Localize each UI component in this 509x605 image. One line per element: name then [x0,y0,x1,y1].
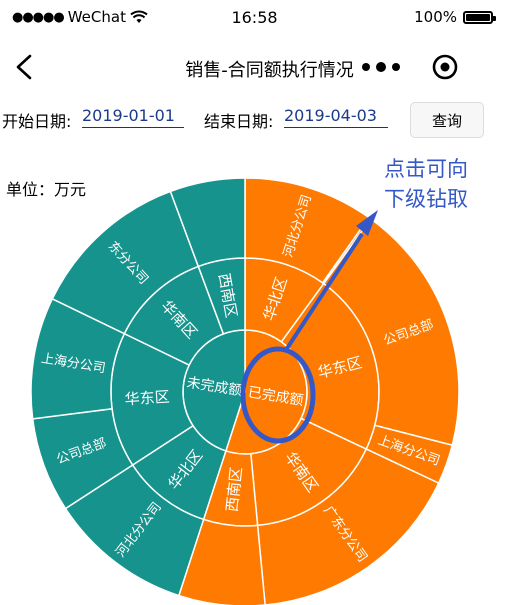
annotation-line-2: 下级钻取 [384,187,468,211]
sunburst-label-l2-5: 华东区 [124,388,170,409]
sunburst-chart[interactable]: 已完成额未完成额华北区华东区华南区西南区华北区华东区华南区西南区河北分公司公司总… [0,0,509,605]
annotation-line-1: 点击可向 [384,157,468,181]
drilldown-annotation: 点击可向 下级钻取 [384,154,494,214]
